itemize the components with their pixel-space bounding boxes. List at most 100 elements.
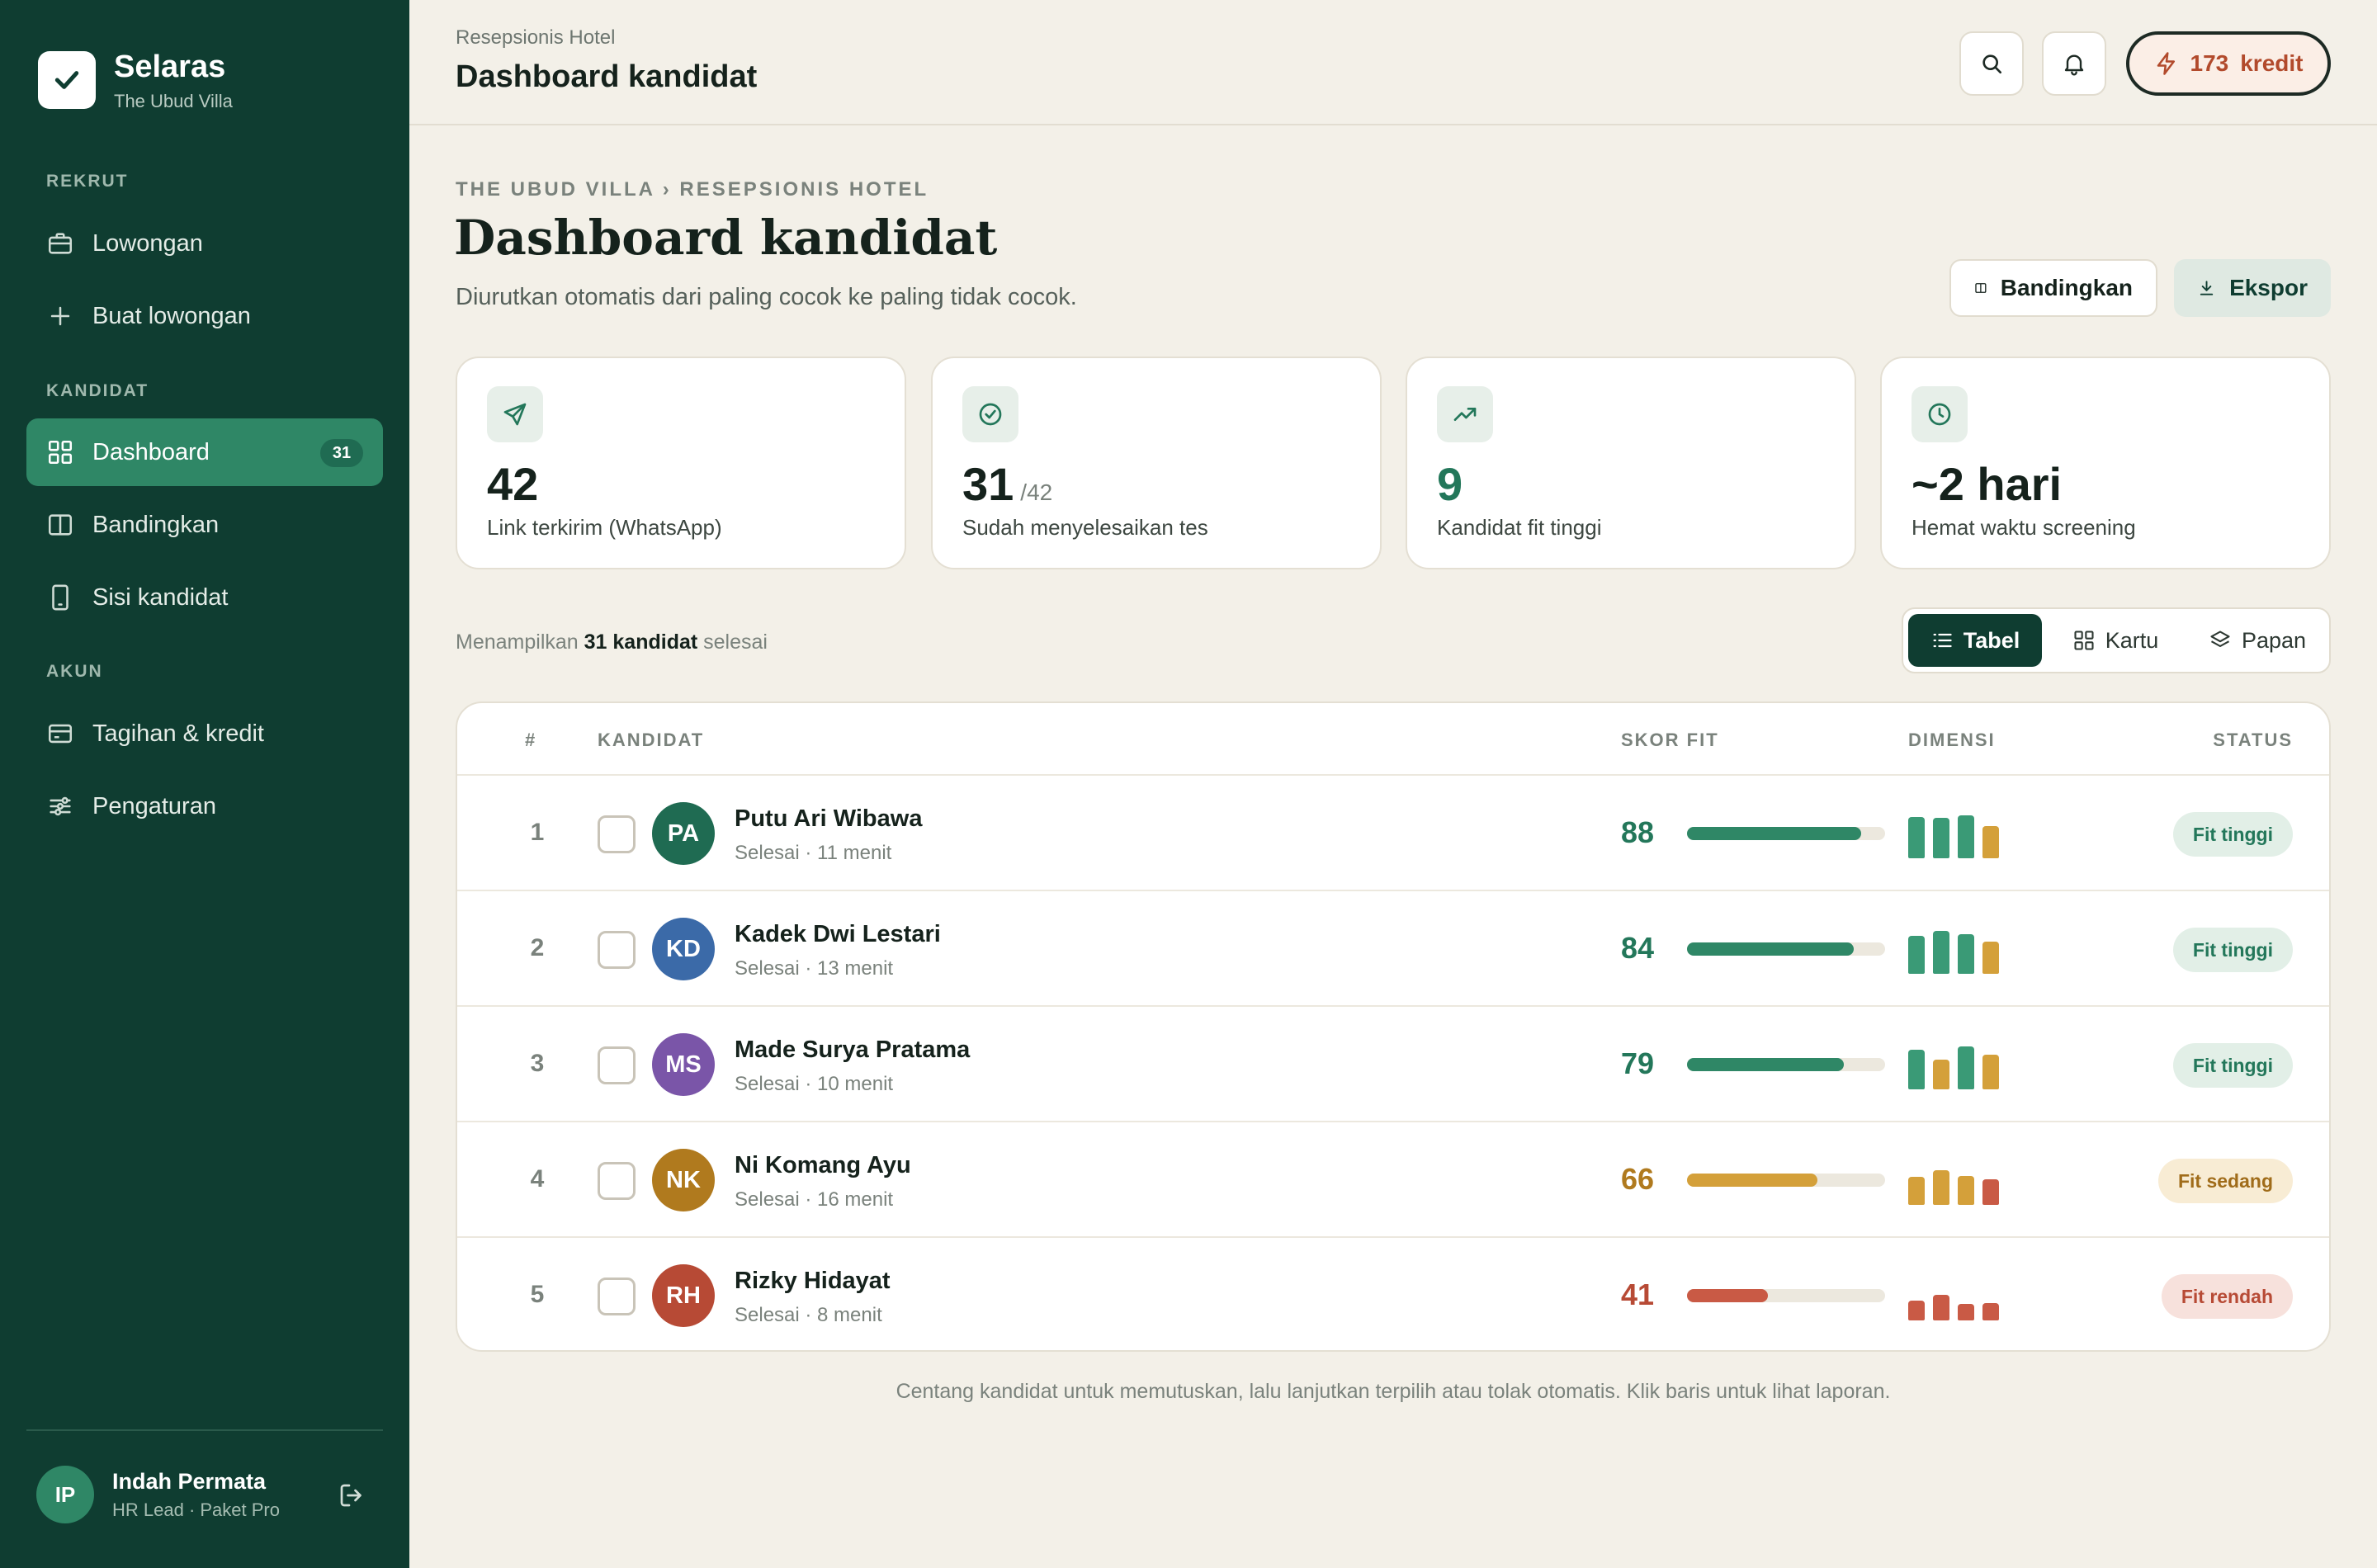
dimension-bar — [1933, 1295, 1949, 1320]
topbar-subtitle: Resepsionis Hotel — [456, 26, 616, 49]
sidebar-item-label: Bandingkan — [92, 511, 220, 538]
stat-label: Link terkirim (WhatsApp) — [487, 515, 722, 540]
clock-icon — [1912, 386, 1968, 442]
view-tabel[interactable]: Tabel — [1908, 614, 2042, 667]
sidebar-divider — [26, 1429, 383, 1431]
credits-button[interactable]: 173 kredit — [2126, 31, 2331, 96]
stat-value: ~2 hari — [1912, 458, 2063, 510]
brand-subtitle: The Ubud Villa — [114, 91, 233, 111]
export-button[interactable]: Ekspor — [2174, 259, 2331, 317]
search-button[interactable] — [1959, 31, 2024, 96]
row-rank: 1 — [530, 819, 545, 846]
user-profile: IP Indah Permata HR Lead · Paket Pro — [36, 1466, 366, 1523]
dimension-bar — [1908, 1177, 1925, 1205]
check-logo-icon — [38, 51, 96, 109]
sidebar-item-pengaturan[interactable]: Pengaturan — [26, 772, 383, 840]
dimension-bar — [1933, 1060, 1949, 1089]
candidate-name: Kadek Dwi Lestari — [735, 921, 941, 947]
candidate-name: Rizky Hidayat — [735, 1268, 891, 1294]
stat-label: Kandidat fit tinggi — [1437, 515, 1602, 540]
view-kartu[interactable]: Kartu — [2049, 614, 2182, 667]
col-status: STATUS — [2213, 730, 2293, 750]
send-icon — [487, 386, 543, 442]
grid-icon — [2074, 631, 2094, 650]
score-bar-fill — [1687, 942, 1854, 956]
score-bar-fill — [1687, 1289, 1769, 1302]
avatar: KD — [652, 918, 715, 980]
check-circle-icon — [962, 386, 1018, 442]
sidebar-item-dashboard[interactable]: Dashboard 31 — [26, 418, 383, 486]
dimension-bar — [1958, 815, 1974, 858]
section-rekrut: REKRUT — [46, 172, 129, 191]
sidebar-item-sisi-kandidat[interactable]: Sisi kandidat — [26, 564, 383, 631]
sidebar-item-bandingkan[interactable]: Bandingkan — [26, 491, 383, 559]
notifications-button[interactable] — [2042, 31, 2106, 96]
sidebar-item-tagihan[interactable]: Tagihan & kredit — [26, 700, 383, 767]
fit-score: 79 — [1621, 1046, 1655, 1080]
section-akun: AKUN — [46, 662, 103, 681]
export-label: Ekspor — [2229, 275, 2308, 300]
sliders-icon — [50, 796, 71, 816]
search-icon — [1982, 54, 2001, 73]
grid-icon — [48, 440, 73, 465]
credits-count: 173 — [2190, 50, 2229, 76]
compare-label: Bandingkan — [2000, 275, 2133, 300]
breadcrumb: THE UBUD VILLA › RESEPSIONIS HOTEL — [456, 178, 929, 201]
score-bar — [1687, 1058, 1885, 1071]
logout-icon[interactable] — [337, 1481, 366, 1510]
user-role: HR Lead · Paket Pro — [112, 1499, 280, 1520]
topbar-title: Dashboard kandidat — [456, 59, 758, 94]
row-checkbox[interactable] — [598, 815, 636, 853]
score-bar — [1687, 942, 1885, 956]
view-papan[interactable]: Papan — [2189, 614, 2326, 667]
score-bar — [1687, 827, 1885, 840]
status-badge: Fit tinggi — [2172, 812, 2293, 857]
list-icon — [1933, 633, 1952, 648]
table-row[interactable]: 3 MS Made Surya Pratama Selesai · 10 menit 7… — [457, 1007, 2329, 1122]
layers-icon — [2210, 631, 2230, 648]
row-checkbox[interactable] — [598, 1278, 636, 1315]
candidate-name: Putu Ari Wibawa — [735, 805, 923, 832]
sidebar-item-lowongan[interactable]: Lowongan — [26, 210, 383, 277]
sidebar: Selaras The Ubud Villa REKRUT Lowongan B… — [0, 0, 409, 1568]
candidate-table: # KANDIDAT SKOR FIT DIMENSI STATUS 1 PA Pu… — [456, 701, 2331, 1352]
dimension-bar — [1982, 1303, 1999, 1320]
status-badge: Fit rendah — [2161, 1274, 2293, 1319]
col-candidate[interactable]: KANDIDAT — [598, 730, 704, 751]
credits-label: kredit — [2240, 50, 2304, 76]
col-rank: # — [525, 730, 537, 750]
candidate-meta: Selesai · 8 menit — [735, 1304, 882, 1326]
brand[interactable]: Selaras The Ubud Villa — [38, 48, 233, 112]
compare-button[interactable]: Bandingkan — [1949, 259, 2157, 317]
dimension-bar — [1958, 1176, 1974, 1205]
row-checkbox[interactable] — [598, 1162, 636, 1200]
row-checkbox[interactable] — [598, 931, 636, 969]
fit-score: 66 — [1621, 1162, 1655, 1196]
sidebar-item-label: Tagihan & kredit — [92, 720, 264, 747]
table-row[interactable]: 1 PA Putu Ari Wibawa Selesai · 11 menit 88 Fi… — [457, 776, 2329, 891]
page-title: Dashboard kandidat — [454, 210, 998, 266]
avatar[interactable]: IP — [36, 1466, 94, 1523]
dimension-bar — [1982, 1055, 1999, 1089]
avatar: RH — [652, 1264, 715, 1327]
row-rank: 4 — [530, 1165, 545, 1193]
table-row[interactable]: 4 NK Ni Komang Ayu Selesai · 16 menit 66 Fit … — [457, 1122, 2329, 1238]
stat-label: Hemat waktu screening — [1912, 515, 2136, 540]
candidate-meta: Selesai · 10 menit — [735, 1073, 894, 1095]
table-row[interactable]: 2 KD Kadek Dwi Lestari Selesai · 13 menit 84… — [457, 891, 2329, 1007]
dimension-bars — [1908, 1040, 1999, 1089]
dimension-bar — [1958, 1046, 1974, 1089]
dimension-bars — [1908, 1271, 1999, 1320]
download-icon — [2200, 281, 2214, 295]
stat-card-time-saved: ~2 hari Hemat waktu screening — [1880, 357, 2331, 569]
sidebar-item-buat-lowongan[interactable]: Buat lowongan — [26, 282, 383, 350]
section-kandidat: KANDIDAT — [46, 381, 149, 400]
table-row[interactable]: 5 RH Rizky Hidayat Selesai · 8 menit 41 Fit r… — [457, 1238, 2329, 1350]
score-bar-fill — [1687, 1174, 1818, 1187]
dimension-bars — [1908, 809, 1999, 858]
topbar: Resepsionis Hotel Dashboard kandidat 173… — [409, 0, 2377, 125]
row-checkbox[interactable] — [598, 1046, 636, 1084]
dimension-bar — [1908, 1050, 1925, 1089]
col-score[interactable]: SKOR FIT — [1621, 730, 1719, 751]
dimension-bar — [1908, 817, 1925, 858]
